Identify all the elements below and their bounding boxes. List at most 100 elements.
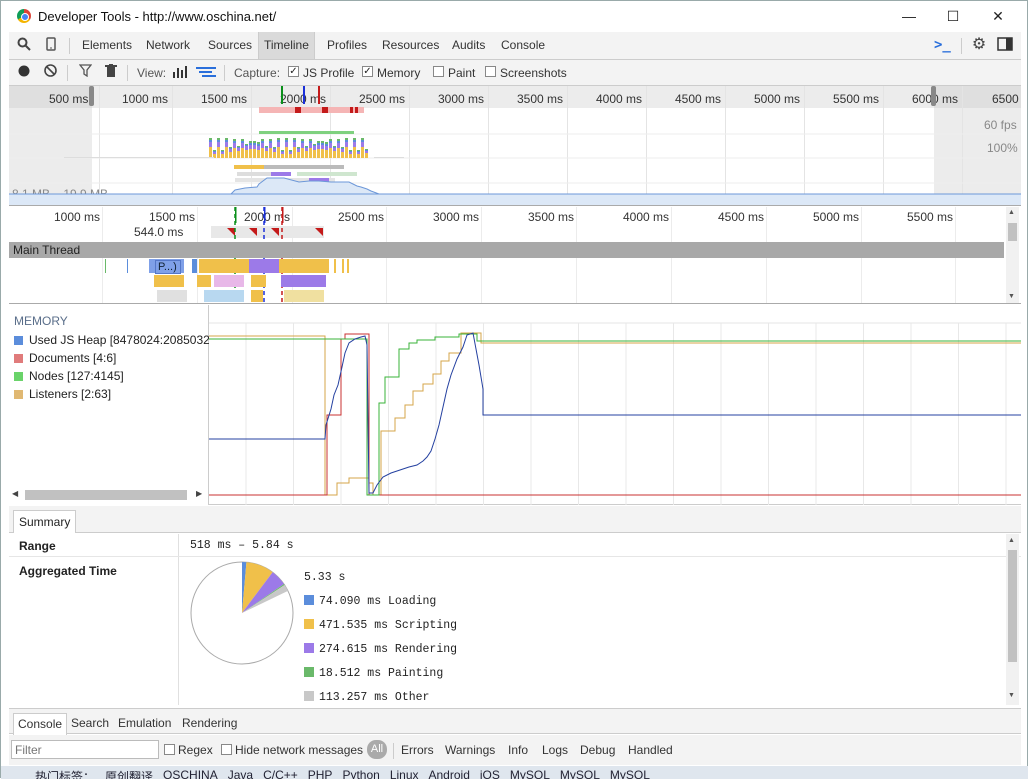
screenshots-checkbox[interactable] — [485, 66, 496, 77]
cpu-bar — [297, 148, 300, 149]
level-debug[interactable]: Debug — [580, 743, 615, 757]
hide-network-label: Hide network messages — [235, 743, 364, 757]
minimize-button[interactable]: — — [894, 6, 924, 26]
memory-checkbox[interactable]: ✓ — [362, 66, 373, 77]
cpu-bar — [305, 147, 308, 148]
drawer-tab-search[interactable]: Search — [67, 713, 113, 735]
cpu-bar — [221, 154, 224, 158]
flame-event — [347, 259, 349, 273]
cpu-bar — [225, 142, 228, 147]
memory-graph[interactable] — [209, 305, 1021, 505]
cpu-bar — [297, 149, 300, 152]
legend-scripting: 471.535 ms Scripting — [304, 619, 457, 632]
counters-hscroll-thumb[interactable] — [25, 490, 187, 500]
paint-checkbox[interactable] — [433, 66, 444, 77]
legend-painting: 18.512 ms Painting — [304, 667, 443, 680]
cpu-bar — [353, 147, 356, 158]
capture-label: Capture: — [234, 66, 281, 80]
tab-profiles[interactable]: Profiles — [322, 32, 372, 59]
flame-scrollbar[interactable]: ▲ ▼ — [1006, 207, 1019, 303]
drawer-tab-console[interactable]: Console — [13, 713, 68, 735]
timeline-overview[interactable]: 500 ms1000 ms1500 ms2000 ms2500 ms3000 m… — [9, 86, 1021, 206]
level-info[interactable]: Info — [508, 743, 528, 757]
tab-network[interactable]: Network — [141, 32, 195, 59]
cpu-bar — [333, 146, 336, 147]
cpu-bar — [305, 151, 308, 158]
view-label: View: — [137, 66, 167, 80]
cpu-bar — [209, 147, 212, 158]
drawer-tab-rendering[interactable]: Rendering — [178, 713, 241, 735]
scroll-right-icon[interactable]: ▶ — [196, 489, 202, 498]
flame-event — [204, 290, 244, 302]
counter-js-heap[interactable]: Used JS Heap [8478024:20850328] — [14, 333, 209, 347]
hide-network-checkbox[interactable] — [221, 744, 232, 755]
level-errors[interactable]: Errors — [401, 743, 434, 757]
cpu-bar — [257, 150, 260, 158]
view-flamechart-icon[interactable] — [172, 65, 188, 81]
cpu-bar — [365, 151, 368, 153]
cpu-bar — [281, 154, 284, 158]
cpu-bar — [329, 141, 332, 143]
settings-gear-icon[interactable]: ⚙ — [971, 37, 987, 53]
tab-audits[interactable]: Audits — [447, 32, 490, 59]
tab-console[interactable]: Console — [496, 32, 550, 59]
level-logs[interactable]: Logs — [542, 743, 568, 757]
cpu-bar — [301, 139, 304, 141]
record-icon[interactable] — [16, 64, 32, 80]
cpu-bar — [357, 154, 360, 158]
drawer-console-icon[interactable]: >_ — [934, 37, 951, 53]
flame-event — [157, 290, 187, 302]
cpu-bar — [277, 142, 280, 147]
tab-elements[interactable]: Elements — [77, 32, 137, 59]
cpu-bar — [241, 139, 244, 141]
cpu-bar — [345, 147, 348, 158]
device-mode-icon[interactable] — [43, 37, 59, 53]
cpu-bar — [313, 150, 316, 158]
tab-sources[interactable]: Sources — [203, 32, 257, 59]
tab-summary[interactable]: Summary — [13, 510, 77, 533]
inspect-search-icon[interactable] — [16, 37, 32, 53]
flame-chart[interactable]: 1000 ms 1500 ms 2000 ms 2500 ms 3000 ms 3500 … — [9, 207, 1021, 304]
cpu-bar — [253, 145, 256, 149]
summary-scrollbar[interactable]: ▲ ▼ — [1006, 534, 1019, 705]
filter-icon[interactable] — [77, 64, 93, 80]
tab-resources[interactable]: Resources — [377, 32, 444, 59]
flame-event-label[interactable]: P...) — [155, 260, 181, 274]
tab-timeline[interactable]: Timeline — [258, 32, 315, 59]
cpu-bar — [269, 141, 272, 143]
level-handled[interactable]: Handled — [628, 743, 673, 757]
cpu-bar — [265, 151, 268, 158]
counter-documents[interactable]: Documents [4:6] — [14, 351, 209, 365]
scroll-left-icon[interactable]: ◀ — [12, 489, 18, 498]
main-thread-header[interactable]: Main Thread — [9, 242, 1004, 258]
cpu-bar — [281, 150, 284, 151]
cpu-bar — [325, 146, 328, 150]
background-tag: C/C++ — [263, 768, 298, 779]
regex-checkbox[interactable] — [164, 744, 175, 755]
cpu-bar — [289, 151, 292, 152]
counter-nodes[interactable]: Nodes [127:4145] — [14, 369, 209, 383]
level-all-button[interactable]: All — [367, 740, 387, 759]
cpu-bar — [361, 142, 364, 147]
level-warnings[interactable]: Warnings — [445, 743, 495, 757]
cpu-bar — [277, 140, 280, 142]
dock-side-icon[interactable] — [997, 37, 1013, 53]
memory-label: Memory — [377, 66, 421, 80]
js-profile-checkbox[interactable]: ✓ — [288, 66, 299, 77]
maximize-button[interactable]: ☐ — [938, 6, 968, 26]
counter-listeners[interactable]: Listeners [2:63] — [14, 387, 209, 401]
view-waterfall-icon[interactable] — [196, 65, 216, 81]
cpu-bar — [313, 145, 316, 146]
cpu-bar — [333, 147, 336, 148]
close-button[interactable]: ✕ — [983, 6, 1013, 26]
cpu-bar — [265, 148, 268, 151]
cpu-bar — [225, 140, 228, 142]
regex-label: Regex — [178, 743, 213, 757]
drawer-tab-emulation[interactable]: Emulation — [114, 713, 175, 735]
cpu-bar — [329, 148, 332, 158]
console-filter-input[interactable] — [11, 740, 159, 759]
cpu-bar — [337, 139, 340, 141]
garbage-collect-icon[interactable] — [103, 64, 119, 80]
cpu-bar — [261, 143, 264, 148]
clear-icon[interactable] — [42, 64, 58, 80]
